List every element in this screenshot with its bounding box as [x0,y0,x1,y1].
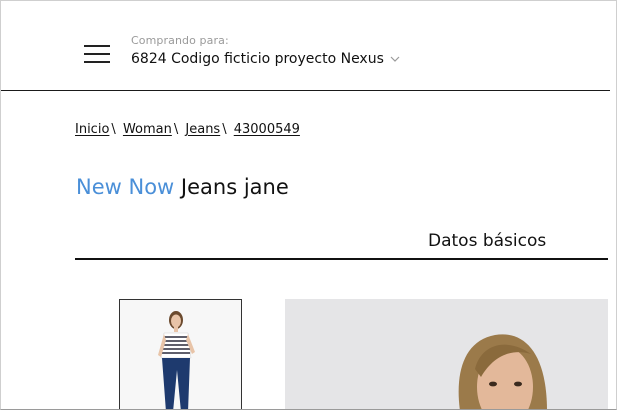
breadcrumb-item-jeans[interactable]: Jeans [185,122,220,137]
breadcrumb-separator: \ [173,122,179,137]
product-main-image [285,299,608,409]
page-frame: Comprando para: 6824 Codigo ficticio pro… [0,0,617,410]
menu-icon[interactable] [84,45,110,63]
breadcrumb: Inicio \ Woman \ Jeans \ 43000549 [75,122,300,137]
buying-for-label: Comprando para: [131,34,229,47]
page-title: New Now Jeans jane [76,175,289,199]
breadcrumb-item-woman[interactable]: Woman [123,122,172,137]
breadcrumb-item-inicio[interactable]: Inicio [75,122,109,137]
breadcrumb-item-reference[interactable]: 43000549 [234,122,300,137]
top-bar: Comprando para: 6824 Codigo ficticio pro… [1,1,610,91]
model-portrait-image [285,299,608,409]
customer-selector[interactable]: 6824 Codigo ficticio proyecto Nexus [131,51,400,67]
product-name: Jeans jane [180,175,289,199]
tab-underline [75,258,608,260]
tab-basic-data[interactable]: Datos básicos [428,231,546,251]
product-thumbnail[interactable] [119,299,242,409]
breadcrumb-separator: \ [111,122,116,137]
chevron-down-icon [390,53,400,66]
collection-label: New Now [76,175,175,199]
customer-name: 6824 Codigo ficticio proyecto Nexus [131,51,384,67]
breadcrumb-separator: \ [222,122,227,137]
model-thumbnail-image [120,300,241,409]
